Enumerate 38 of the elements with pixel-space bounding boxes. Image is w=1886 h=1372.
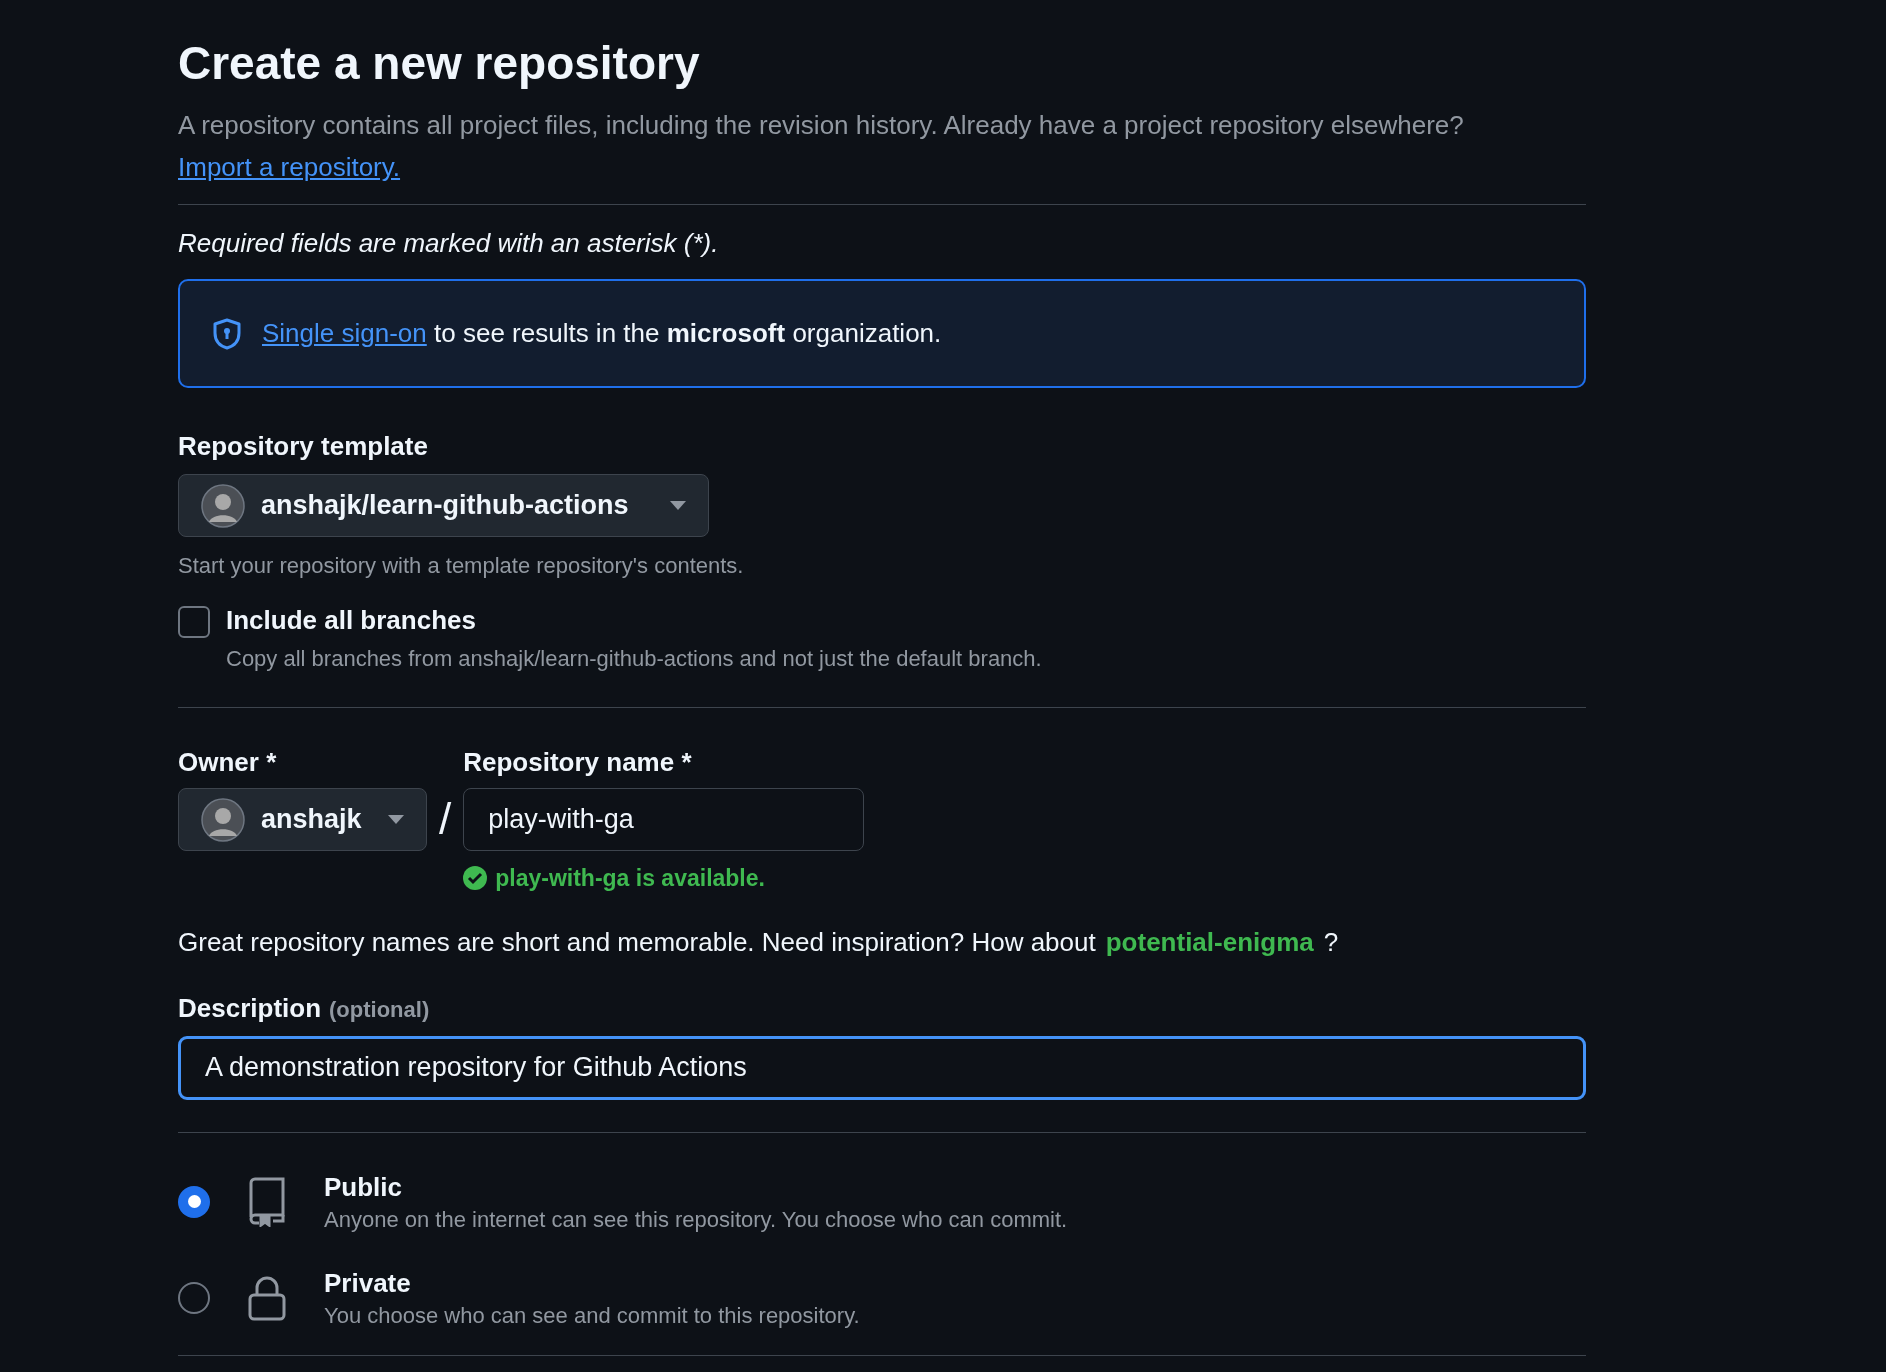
path-separator: / — [439, 794, 452, 844]
check-circle-icon — [463, 866, 488, 891]
availability-message: play-with-ga is available. — [495, 864, 765, 893]
checkbox-label: Include all branches — [226, 604, 477, 637]
intro-text: A repository contains all project files, including the revision history. Already have a project repository elsewhere? Import a repository. — [178, 109, 1465, 184]
visibility-label: Private — [324, 1266, 412, 1300]
caret-icon — [670, 501, 686, 510]
avatar-icon — [201, 797, 245, 842]
template-hint: Start your repository with a template repository's contents. — [178, 552, 744, 580]
radio-button[interactable] — [178, 1185, 210, 1218]
visibility-hint: Anyone on the internet can see this repository. You choose who can commit. — [324, 1205, 1068, 1234]
owner-label: Owner * — [178, 746, 277, 779]
suggestion-suffix: ? — [1323, 925, 1339, 959]
checkbox-hint: Copy all branches from anshajk/learn-github-actions and not just the default branch. — [226, 645, 1042, 673]
visibility-label: Public — [324, 1170, 403, 1204]
shield-icon — [212, 317, 242, 350]
description-label: Description — [178, 991, 322, 1025]
sso-message: Single sign-on to see results in the microsoft organization. — [262, 317, 942, 350]
required-note: Required fields are marked with an asterisk (*). — [178, 227, 719, 260]
suggestion-text: Great repository names are short and memorable. Need inspiration? How about — [178, 925, 1096, 959]
repo-name-label: Repository name * — [463, 746, 692, 779]
radio-button[interactable] — [178, 1281, 210, 1314]
owner-dropdown[interactable]: anshajk — [178, 788, 427, 851]
lock-icon — [247, 1274, 287, 1321]
optional-tag: (optional) — [329, 992, 430, 1026]
repo-name-field[interactable]: play-with-ga — [463, 788, 865, 851]
sso-link[interactable]: Single sign-on — [262, 318, 427, 348]
book-icon — [247, 1176, 287, 1227]
checkbox[interactable] — [178, 606, 210, 638]
template-dropdown[interactable]: anshajk/learn-github-actions — [178, 474, 709, 537]
page-title: Create a new repository — [178, 36, 700, 91]
avatar-icon — [201, 483, 245, 528]
description-field[interactable]: A demonstration repository for Github Actions — [178, 1035, 1586, 1100]
visibility-hint: You choose who can see and commit to this repository. — [324, 1301, 860, 1330]
import-link[interactable]: Import a repository. — [178, 152, 401, 182]
field-label: Repository template — [178, 430, 428, 463]
suggested-name-link[interactable]: potential-enigma — [1105, 921, 1314, 962]
caret-icon — [388, 815, 404, 824]
